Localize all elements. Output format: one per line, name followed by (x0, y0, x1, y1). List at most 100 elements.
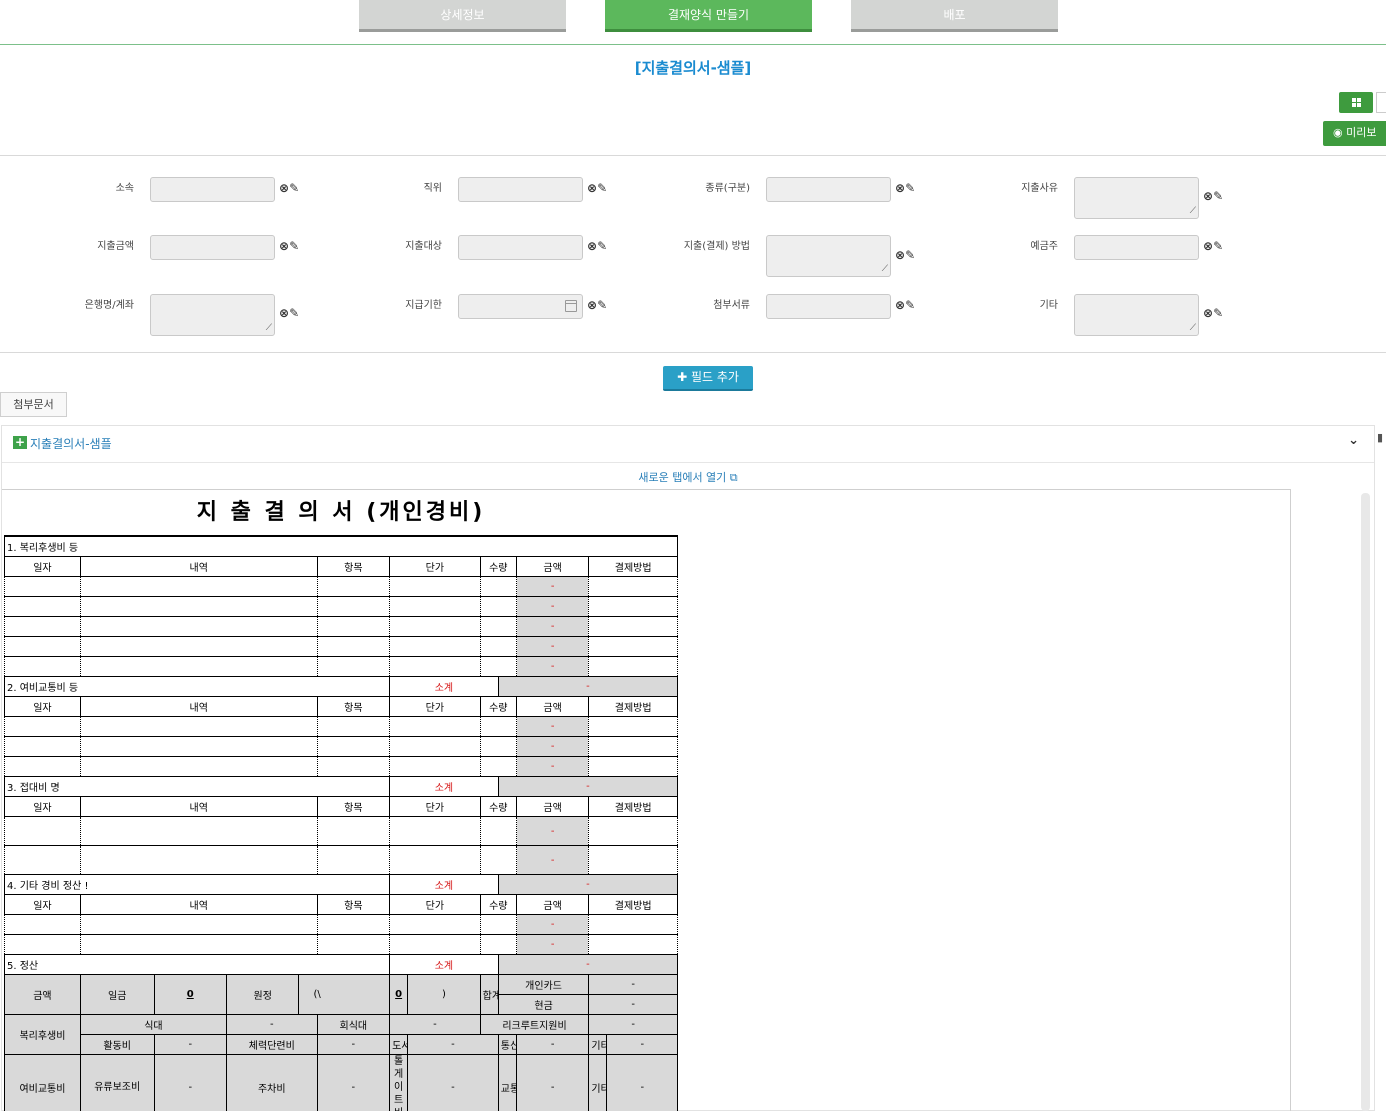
remove-circle-icon[interactable]: ⊗ (587, 239, 597, 253)
remove-circle-icon[interactable]: ⊗ (895, 248, 905, 262)
th-desc: 내역 (79, 556, 318, 577)
cell-price (389, 756, 481, 777)
edit-icon[interactable]: ✎ (1213, 189, 1223, 203)
settle-row: 금액일금0원정(\0)합계개인카드- (4, 974, 678, 1015)
panel-title[interactable]: 지출결의서-샘플 (30, 435, 112, 452)
field-label: 지출(결제) 방법 (683, 241, 750, 252)
field-input-due-date[interactable] (458, 294, 583, 319)
section-row: 1. 복리후생비 등 (4, 536, 678, 557)
th-date: 일자 (4, 696, 81, 717)
edit-icon[interactable]: ✎ (597, 298, 607, 312)
remove-circle-icon[interactable]: ⊗ (895, 298, 905, 312)
attach-document-button[interactable]: 첨부문서 (0, 392, 67, 417)
remove-circle-icon[interactable]: ⊗ (279, 306, 289, 320)
edit-icon[interactable]: ✎ (289, 181, 299, 195)
field-actions[interactable]: ⊗✎ (587, 239, 607, 253)
add-square-icon[interactable]: + (13, 436, 27, 449)
remove-circle-icon[interactable]: ⊗ (279, 239, 289, 253)
field-input-type[interactable] (766, 177, 891, 202)
edit-icon[interactable]: ✎ (289, 306, 299, 320)
section-title: 1. 복리후생비 등 (4, 536, 678, 557)
cell-qty (479, 656, 517, 677)
cell-item (316, 656, 391, 677)
field-actions[interactable]: ⊗✎ (895, 298, 915, 312)
field-actions[interactable]: ⊗✎ (1203, 189, 1223, 203)
resize-grip-icon[interactable]: ⟋ (882, 265, 888, 274)
cell-price (389, 845, 481, 875)
cell-price (389, 934, 481, 955)
field-actions[interactable]: ⊗✎ (279, 306, 299, 320)
resize-grip-icon[interactable]: ⟋ (1190, 324, 1196, 333)
field-textarea-method[interactable]: ⟋ (766, 235, 891, 277)
add-field-button[interactable]: ✚ 필드 추가 (663, 366, 753, 391)
tab-form-builder[interactable]: 결재양식 만들기 (605, 0, 812, 32)
tab-details[interactable]: 상세정보 (359, 0, 566, 32)
edit-icon[interactable]: ✎ (289, 239, 299, 253)
settle-total-label: 합계 (479, 974, 499, 1015)
expense-table: 1. 복리후생비 등 일자 내역 항목 단가 수량 금액 결제방법 - - - - -2. 여비교통비 … (3, 536, 679, 1111)
settle-zero-value-2: 0 (389, 974, 409, 1015)
field-input-amount[interactable] (150, 235, 275, 260)
tab-deploy[interactable]: 배포 (851, 0, 1058, 32)
th-date: 일자 (4, 796, 81, 817)
field-actions[interactable]: ⊗✎ (895, 248, 915, 262)
edit-icon[interactable]: ✎ (1213, 306, 1223, 320)
field-actions[interactable]: ⊗✎ (587, 298, 607, 312)
cell-qty (479, 576, 517, 597)
resize-grip-icon[interactable]: ⟋ (266, 324, 272, 333)
cell-desc (79, 756, 318, 777)
cell-date (4, 596, 81, 617)
edit-icon[interactable]: ✎ (905, 181, 915, 195)
open-new-tab-label[interactable]: 새로운 탭에서 열기 (638, 471, 726, 484)
open-new-tab-link[interactable]: 새로운 탭에서 열기 ⧉ (2, 469, 1374, 485)
edit-icon[interactable]: ✎ (905, 298, 915, 312)
edit-icon[interactable]: ✎ (905, 248, 915, 262)
edit-icon[interactable]: ✎ (1213, 239, 1223, 253)
resize-grip-icon[interactable]: ⟋ (1190, 207, 1196, 216)
cell-desc (79, 616, 318, 637)
cell-price (389, 716, 481, 737)
remove-circle-icon[interactable]: ⊗ (279, 181, 289, 195)
remove-circle-icon[interactable]: ⊗ (1203, 189, 1213, 203)
grid-view-button[interactable] (1339, 92, 1373, 113)
field-label: 지출대상 (405, 241, 442, 252)
field-input-attachments[interactable] (766, 294, 891, 319)
trash-icon[interactable]: ▮ (1377, 431, 1383, 444)
field-input-target[interactable] (458, 235, 583, 260)
settle-paren-close: ) (407, 974, 481, 1015)
field-actions[interactable]: ⊗✎ (587, 181, 607, 195)
chevron-down-icon[interactable]: ⌄ (1348, 433, 1359, 448)
calendar-icon[interactable] (565, 300, 577, 312)
cell-qty (479, 616, 517, 637)
field-input-position[interactable] (458, 177, 583, 202)
field-actions[interactable]: ⊗✎ (1203, 306, 1223, 320)
remove-circle-icon[interactable]: ⊗ (587, 298, 597, 312)
field-label: 직위 (423, 183, 442, 194)
cell-amount: - (515, 914, 590, 935)
remove-circle-icon[interactable]: ⊗ (895, 181, 905, 195)
edit-icon[interactable]: ✎ (597, 239, 607, 253)
remove-circle-icon[interactable]: ⊗ (1203, 306, 1213, 320)
field-actions[interactable]: ⊗✎ (279, 239, 299, 253)
list-view-button[interactable] (1376, 92, 1386, 113)
preview-button[interactable]: ◉ 미리보 (1323, 121, 1386, 146)
travel-parking-value: - (316, 1054, 391, 1111)
edit-icon[interactable]: ✎ (597, 181, 607, 195)
field-textarea-other[interactable]: ⟋ (1074, 294, 1199, 336)
travel-fuel-value: - (153, 1054, 228, 1111)
field-textarea-reason[interactable]: ⟋ (1074, 177, 1199, 219)
cell-desc (79, 934, 318, 955)
table-row: - (4, 736, 678, 757)
field-actions[interactable]: ⊗✎ (279, 181, 299, 195)
scrollbar[interactable] (1361, 493, 1370, 1111)
field-actions[interactable]: ⊗✎ (895, 181, 915, 195)
th-item: 항목 (316, 796, 391, 817)
travel-etc-value: - (606, 1054, 678, 1111)
external-link-icon[interactable]: ⧉ (730, 471, 738, 484)
field-input-holder[interactable] (1074, 235, 1199, 260)
field-actions[interactable]: ⊗✎ (1203, 239, 1223, 253)
remove-circle-icon[interactable]: ⊗ (587, 181, 597, 195)
field-input-affiliation[interactable] (150, 177, 275, 202)
remove-circle-icon[interactable]: ⊗ (1203, 239, 1213, 253)
field-textarea-bank[interactable]: ⟋ (150, 294, 275, 336)
